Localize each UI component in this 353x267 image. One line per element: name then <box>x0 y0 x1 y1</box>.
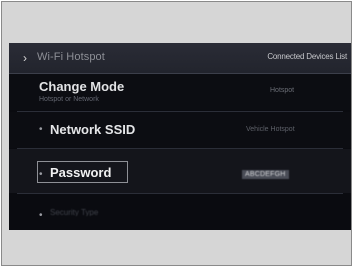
change-mode-value: Hotspot <box>270 87 295 94</box>
infotainment-screen: › Wi-Fi Hotspot Connected Devices List C… <box>9 43 351 230</box>
connected-devices-list-button[interactable]: Connected Devices List <box>267 52 347 61</box>
chevron-right-icon[interactable]: › <box>23 52 33 64</box>
security-type-row[interactable]: • Security Type <box>9 194 351 230</box>
change-mode-row[interactable]: Change Mode Hotspot or Network Hotspot <box>9 74 351 110</box>
network-ssid-row[interactable]: • Network SSID Vehicle Hotspot <box>9 112 351 148</box>
header-title: Wi-Fi Hotspot <box>37 51 105 63</box>
network-ssid-value: Vehicle Hotspot <box>246 126 295 133</box>
network-ssid-label: Network SSID <box>50 122 136 137</box>
change-mode-subtitle: Hotspot or Network <box>39 96 99 103</box>
password-value: ABCDEFGH <box>242 170 289 179</box>
bullet-icon: • <box>39 169 43 180</box>
change-mode-title: Change Mode <box>39 79 125 94</box>
security-type-label: Security Type <box>50 208 99 216</box>
password-label: Password <box>50 165 112 180</box>
bullet-icon: • <box>39 124 43 135</box>
top-bar: › Wi-Fi Hotspot Connected Devices List <box>9 43 351 74</box>
image-frame: › Wi-Fi Hotspot Connected Devices List C… <box>1 1 352 266</box>
password-row[interactable]: • Password ABCDEFGH <box>9 149 351 193</box>
bullet-icon: • <box>39 210 43 221</box>
